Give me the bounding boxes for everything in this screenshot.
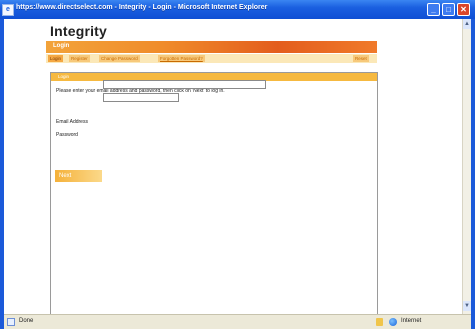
maximize-button[interactable]: □	[442, 3, 455, 16]
login-panel-title: Login	[58, 74, 70, 79]
login-panel: Login Please enter your email address an…	[50, 72, 378, 326]
vertical-scrollbar[interactable]: ▲ ▼	[462, 19, 471, 314]
internet-zone-icon	[389, 318, 397, 326]
email-label: Email Address	[56, 119, 88, 125]
close-button[interactable]: ✕	[457, 3, 470, 16]
password-field[interactable]	[103, 93, 179, 102]
status-bar: Done Internet	[4, 314, 471, 329]
window-border-right	[471, 19, 475, 329]
password-label: Password	[56, 132, 78, 138]
status-text: Done	[19, 318, 34, 324]
integrity-logo: Integrity	[50, 23, 108, 39]
page-content: Integrity Login Login Register Change Pa…	[4, 19, 462, 326]
page-banner: Login	[46, 41, 377, 53]
banner-label: Login	[53, 43, 70, 49]
next-button[interactable]: Next	[55, 170, 102, 182]
minimize-button[interactable]: _	[427, 3, 440, 16]
page-done-icon	[7, 318, 15, 326]
nav-tab-reset[interactable]: Reset	[353, 55, 369, 62]
scroll-up-arrow-icon[interactable]: ▲	[463, 19, 471, 29]
lock-icon[interactable]	[376, 318, 383, 326]
window-title: https://www.directselect.com - Integrity…	[16, 4, 268, 11]
nav-bar: Login Register Change Password Forgotten…	[46, 54, 377, 63]
internet-explorer-icon: e	[2, 4, 14, 16]
window-titlebar: e https://www.directselect.com - Integri…	[0, 0, 475, 19]
nav-tab-login[interactable]: Login	[48, 55, 64, 62]
nav-tab-forgotten-password[interactable]: Forgotten Password?	[158, 55, 205, 62]
nav-tab-register[interactable]: Register	[69, 55, 90, 62]
security-zone-label: Internet	[401, 318, 422, 324]
nav-tab-change-password[interactable]: Change Password	[99, 55, 140, 62]
scroll-down-arrow-icon[interactable]: ▼	[463, 301, 471, 311]
email-field[interactable]	[103, 80, 266, 89]
